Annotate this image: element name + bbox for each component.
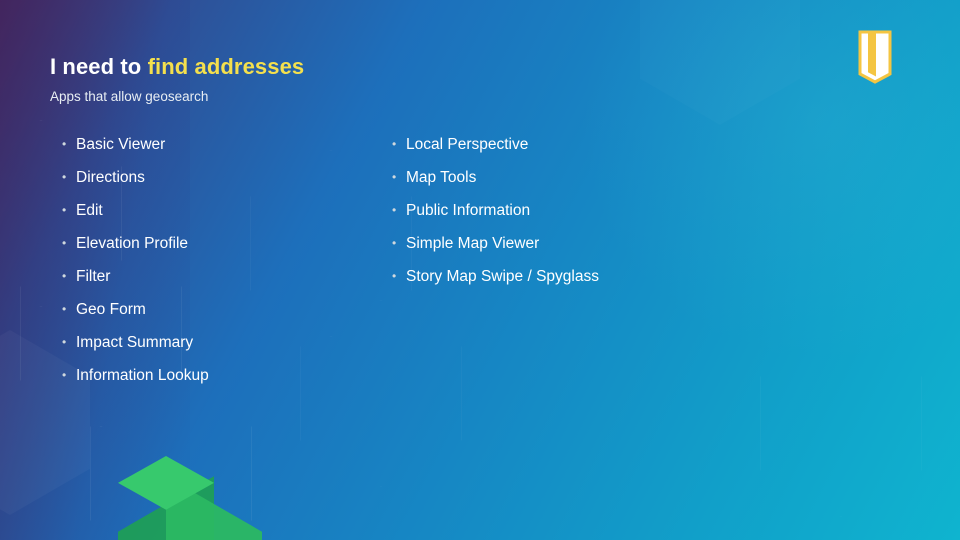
list-item-label: Filter [76,268,111,285]
bullet-icon: • [392,203,397,217]
list-item[interactable]: • Elevation Profile [62,235,392,268]
bullet-icon: • [62,335,67,349]
list-item[interactable]: • Public Information [392,202,822,235]
list-item[interactable]: • Impact Summary [62,334,392,367]
green-cube-graphic [118,456,262,540]
bullet-icon: • [62,302,67,316]
bullet-icon: • [62,236,67,250]
list-item[interactable]: • Information Lookup [62,367,392,400]
bullet-columns: • Basic Viewer • Directions • Edit • Ele… [62,136,922,400]
list-item[interactable]: • Directions [62,169,392,202]
left-bullet-list: • Basic Viewer • Directions • Edit • Ele… [62,136,392,400]
hex-fill-2 [640,0,800,125]
bullet-icon: • [62,368,67,382]
list-item-label: Information Lookup [76,367,209,384]
list-item[interactable]: • Basic Viewer [62,136,392,169]
bullet-icon: • [392,236,397,250]
page-title-highlight: find addresses [147,54,305,79]
list-item-label: Basic Viewer [76,136,166,153]
list-item[interactable]: • Simple Map Viewer [392,235,822,268]
right-bullet-list: • Local Perspective • Map Tools • Public… [392,136,822,400]
page-subtitle: Apps that allow geosearch [50,89,209,104]
bullet-icon: • [392,137,397,151]
list-item-label: Geo Form [76,301,146,318]
list-item-label: Impact Summary [76,334,194,351]
bullet-icon: • [392,269,397,283]
list-item[interactable]: • Geo Form [62,301,392,334]
bookmark-ribbon-logo [856,30,894,84]
bullet-icon: • [392,170,397,184]
list-item[interactable]: • Local Perspective [392,136,822,169]
list-item-label: Simple Map Viewer [406,235,540,252]
bullet-icon: • [62,137,67,151]
list-item[interactable]: • Story Map Swipe / Spyglass [392,268,822,301]
bullet-icon: • [62,203,67,217]
slide: I need to find addresses Apps that allow… [0,0,960,540]
list-item-label: Edit [76,202,103,219]
list-item-label: Local Perspective [406,136,529,153]
bullet-icon: • [62,170,67,184]
page-title: I need to find addresses [50,54,304,80]
list-item-label: Story Map Swipe / Spyglass [406,268,599,285]
hex-outline-3 [90,380,252,540]
list-item-label: Public Information [406,202,531,219]
list-item-label: Map Tools [406,169,477,186]
list-item[interactable]: • Map Tools [392,169,822,202]
page-title-prefix: I need to [50,54,148,79]
list-item-label: Elevation Profile [76,235,189,252]
bullet-icon: • [62,269,67,283]
list-item-label: Directions [76,169,145,186]
list-item[interactable]: • Edit [62,202,392,235]
list-item[interactable]: • Filter [62,268,392,301]
